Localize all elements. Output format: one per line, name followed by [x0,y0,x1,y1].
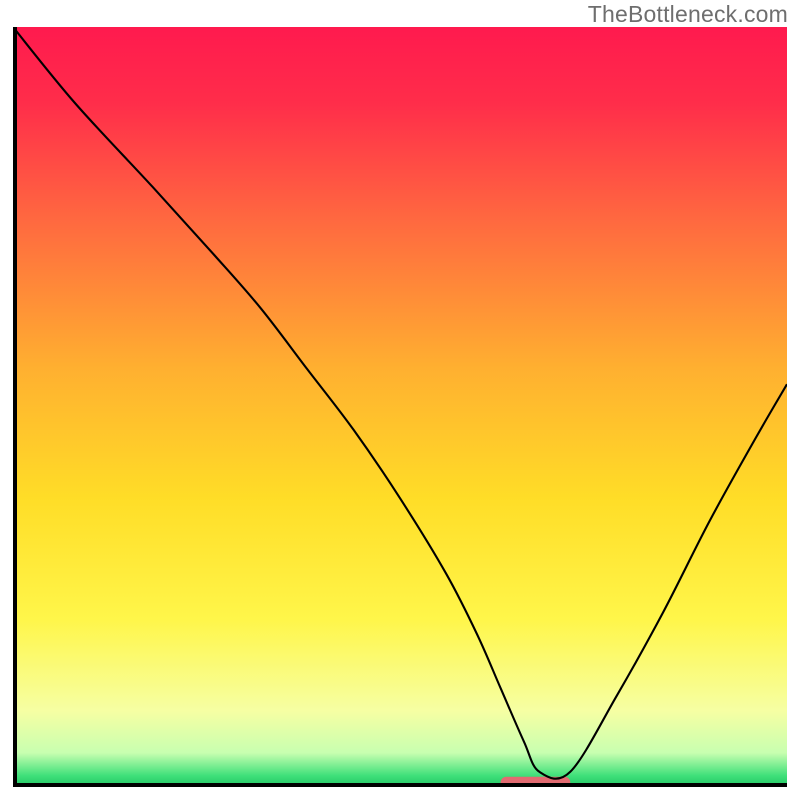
chart-svg [13,27,787,787]
chart-plot-area [13,27,787,787]
watermark-text: TheBottleneck.com [588,1,788,28]
chart-background [13,27,787,787]
